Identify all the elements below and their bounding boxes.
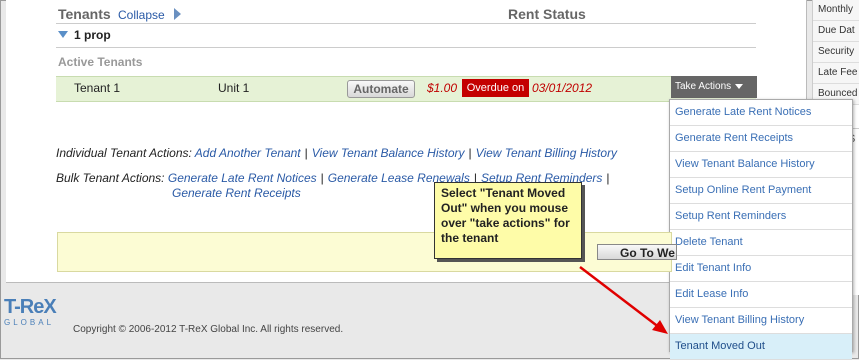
copyright-text: Copyright © 2006-2012 T-ReX Global Inc. … <box>73 324 344 335</box>
company-logo: T-ReX GLOBAL <box>4 296 57 327</box>
logo-wordmark: T-ReX <box>4 296 57 318</box>
pointer-arrow <box>579 266 668 334</box>
logo-subtext: GLOBAL <box>4 318 55 327</box>
